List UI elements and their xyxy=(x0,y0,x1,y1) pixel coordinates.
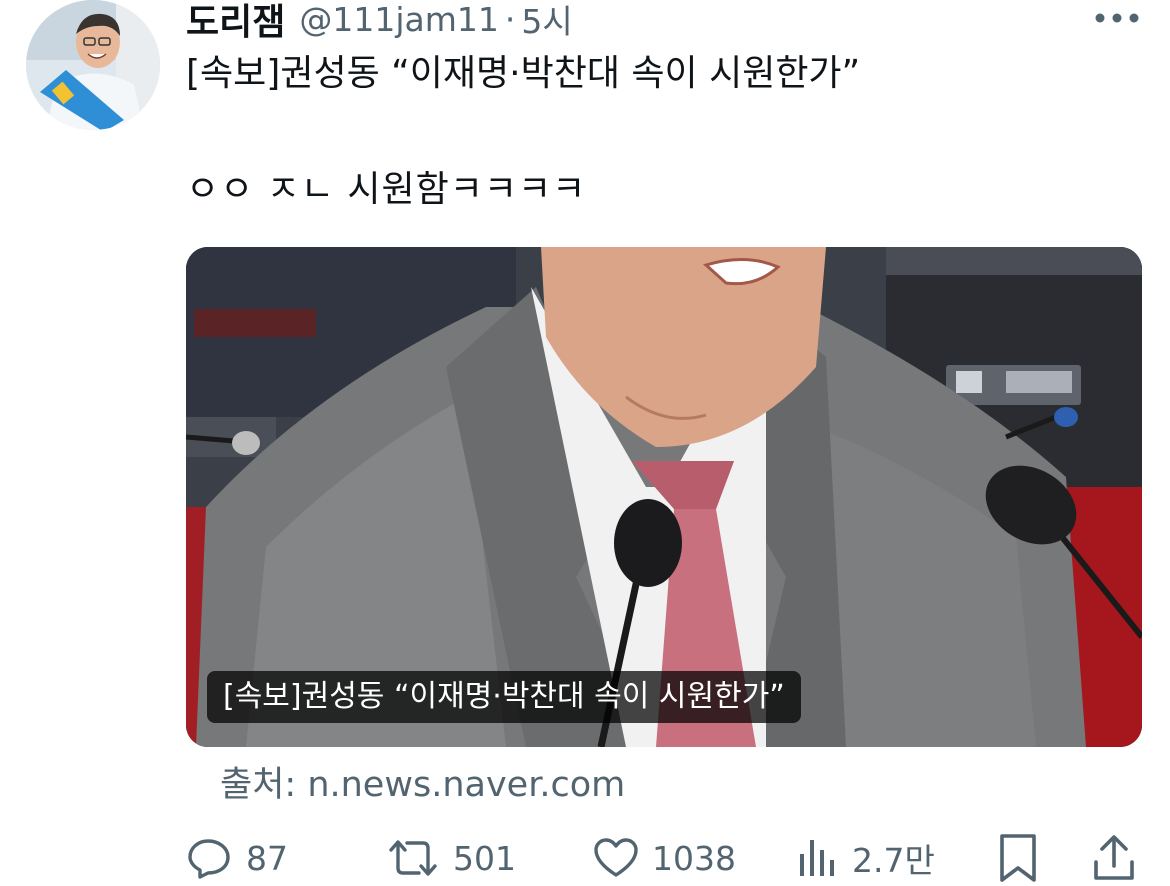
link-card[interactable]: [속보]권성동 “이재명·박찬대 속이 시원한가” xyxy=(186,247,1142,747)
views-icon xyxy=(796,834,840,882)
tweet-header: 도리잼 @111jam11 · 5시 xyxy=(186,0,573,44)
timestamp[interactable]: 5시 xyxy=(521,0,572,43)
card-caption: [속보]권성동 “이재명·박찬대 속이 시원한가” xyxy=(207,671,801,723)
tweet-action-bar: 87 501 1038 2.7만 xyxy=(0,830,1170,886)
views-count: 2.7만 xyxy=(852,841,935,880)
bookmark-icon xyxy=(996,832,1040,884)
user-handle[interactable]: @111jam11 xyxy=(299,0,499,39)
more-dots-icon[interactable] xyxy=(1094,8,1140,28)
display-name[interactable]: 도리잼 xyxy=(186,0,285,45)
share-button[interactable] xyxy=(1090,830,1138,886)
bookmark-button[interactable] xyxy=(996,830,1040,886)
heart-icon xyxy=(592,834,640,882)
avatar[interactable] xyxy=(26,0,160,130)
reply-button[interactable]: 87 xyxy=(186,830,288,886)
retweet-button[interactable]: 501 xyxy=(385,830,516,886)
share-icon xyxy=(1090,832,1138,884)
like-count: 1038 xyxy=(652,838,736,878)
card-source-link[interactable]: 출처: n.news.naver.com xyxy=(220,762,625,808)
like-button[interactable]: 1038 xyxy=(592,830,736,886)
retweet-icon xyxy=(385,834,441,882)
tweet-comment-text: ㅇㅇ ㅈㄴ 시원함ㅋㅋㅋㅋ xyxy=(186,169,587,210)
views-button[interactable]: 2.7만 xyxy=(796,830,935,886)
retweet-count: 501 xyxy=(453,838,516,878)
reply-icon xyxy=(186,834,234,882)
avatar-image xyxy=(26,0,160,130)
separator-dot: · xyxy=(504,0,516,39)
reply-count: 87 xyxy=(246,838,288,878)
tweet-headline-text: [속보]권성동 “이재명·박찬대 속이 시원한가” xyxy=(186,53,861,94)
